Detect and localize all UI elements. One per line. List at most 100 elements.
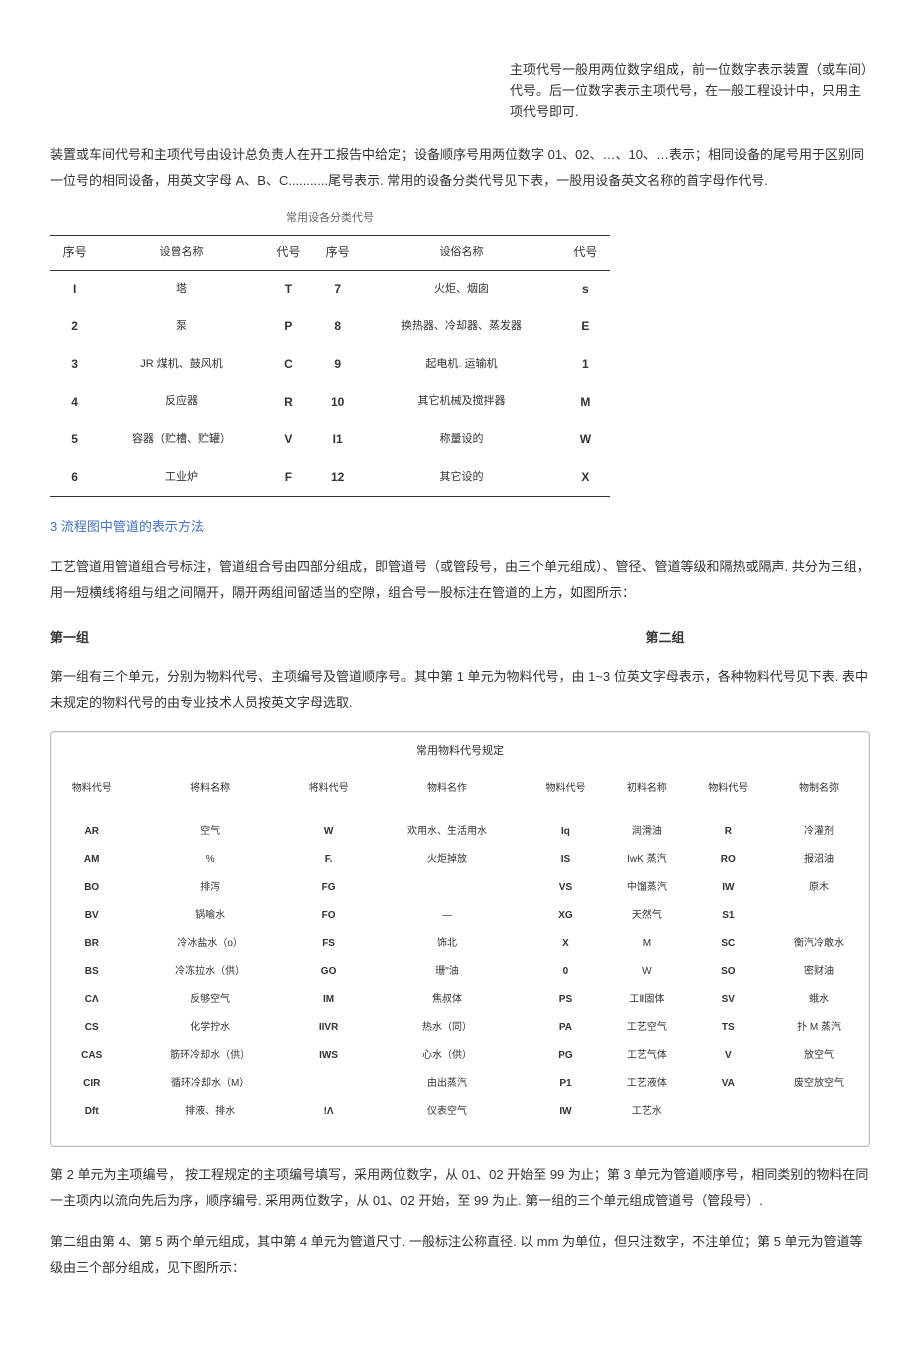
table-cell: 反应器 — [99, 384, 264, 422]
table2-title: 常用物料代号规定 — [51, 742, 869, 762]
table-cell: BV — [51, 902, 132, 930]
table-cell: V — [688, 1042, 769, 1070]
group-labels: 第一组 第二组 — [50, 626, 870, 649]
t2-h1: 将料名称 — [132, 770, 287, 818]
t1-h4: 设俗名称 — [362, 236, 560, 271]
table-cell: V — [264, 421, 313, 459]
group1-label: 第一组 — [50, 626, 460, 649]
table-row: CS化学拧水IIVR热水（同）PA工艺空气TS扑 M 蒸汽 — [51, 1014, 869, 1042]
table-cell: FO — [288, 902, 369, 930]
table-row: CIR循环冷却水（M）由出蒸汽P1工艺液体VA废空放空气 — [51, 1070, 869, 1098]
t2-h4: 物料代号 — [525, 770, 606, 818]
table-cell: 工业炉 — [99, 459, 264, 497]
table-cell — [288, 1070, 369, 1098]
table-cell: P — [264, 308, 313, 346]
table-cell: AR — [51, 818, 132, 846]
t1-h3: 序号 — [313, 236, 362, 271]
t2-h6: 物料代号 — [688, 770, 769, 818]
table-cell: 冷冰盐水（o） — [132, 930, 287, 958]
table-cell: 润滑油 — [606, 818, 687, 846]
table-cell: SO — [688, 958, 769, 986]
table-cell: 衡汽冷敢水 — [769, 930, 869, 958]
table-cell: 焦叔体 — [369, 986, 524, 1014]
table-cell: 密财油 — [769, 958, 869, 986]
table-cell: PS — [525, 986, 606, 1014]
table-cell: GO — [288, 958, 369, 986]
table-cell: 其它设的 — [362, 459, 560, 497]
table-cell: BR — [51, 930, 132, 958]
table-cell: CIR — [51, 1070, 132, 1098]
table-cell: 1 — [561, 346, 610, 384]
table1-container: 常用设各分类代号 序号 设曾名称 代号 序号 设俗名称 代号 I塔T7火炬、烟囱… — [50, 209, 610, 497]
table-cell: R — [264, 384, 313, 422]
table-cell — [688, 1098, 769, 1126]
table-row: BO排泻FGVS中馏蒸汽IW原木 — [51, 874, 869, 902]
table-cell: s — [561, 270, 610, 308]
table-cell: 4 — [50, 384, 99, 422]
table-row: 5容器（贮槽、贮罐）VI1称量设的W — [50, 421, 610, 459]
table-row: AR空气W欢用水、生活用水Iq润滑油R冷灌剂 — [51, 818, 869, 846]
table-cell: 化学拧水 — [132, 1014, 287, 1042]
table-cell: W — [561, 421, 610, 459]
table-cell: I — [50, 270, 99, 308]
table-cell: 天然气 — [606, 902, 687, 930]
top-note: 主项代号一般用两位数字组成，前一位数字表示装置（或车间）代号。后一位数字表示主项… — [510, 60, 870, 122]
table-cell — [769, 1098, 869, 1126]
table-cell: C — [264, 346, 313, 384]
table-cell: 12 — [313, 459, 362, 497]
table-cell: P1 — [525, 1070, 606, 1098]
table-cell: CAS — [51, 1042, 132, 1070]
table-cell: 9 — [313, 346, 362, 384]
table-cell: 欢用水、生活用水 — [369, 818, 524, 846]
table-cell: 循环冷却水（M） — [132, 1070, 287, 1098]
table-row: 3JR 煤机、鼓风机C9起电机. 运输机1 — [50, 346, 610, 384]
material-code-table: 物料代号 将料名称 将料代号 物料名作 物料代号 初料名称 物料代号 物制名弥 … — [51, 770, 869, 1126]
t1-h5: 代号 — [561, 236, 610, 271]
table-cell: 泵 — [99, 308, 264, 346]
table-cell: TS — [688, 1014, 769, 1042]
t2-h5: 初料名称 — [606, 770, 687, 818]
table-cell: W — [606, 958, 687, 986]
table-cell: T — [264, 270, 313, 308]
table-cell: 蛾水 — [769, 986, 869, 1014]
table-cell: 工艺气体 — [606, 1042, 687, 1070]
table-cell: S1 — [688, 902, 769, 930]
table-cell: 珊"油 — [369, 958, 524, 986]
table-row: I塔T7火炬、烟囱s — [50, 270, 610, 308]
table-cell: 反够空气 — [132, 986, 287, 1014]
table-cell: IwK 蒸汽 — [606, 846, 687, 874]
table-cell: 工艺液体 — [606, 1070, 687, 1098]
table-cell: 8 — [313, 308, 362, 346]
table-row: CΛ反够空气IM焦叔体PS工Ⅱ固体SV蛾水 — [51, 986, 869, 1014]
table-cell: 报沼油 — [769, 846, 869, 874]
table-cell: 其它机械及搅拌器 — [362, 384, 560, 422]
table-cell: 中馏蒸汽 — [606, 874, 687, 902]
table-cell: 仪表空气 — [369, 1098, 524, 1126]
table-cell: X — [525, 930, 606, 958]
section-3-heading: 3 流程图中管道的表示方法 — [50, 515, 870, 538]
table-cell: Iq — [525, 818, 606, 846]
table-cell: E — [561, 308, 610, 346]
table-cell: 冷冻拉水（供） — [132, 958, 287, 986]
table-cell: 锅喻水 — [132, 902, 287, 930]
table-cell: IS — [525, 846, 606, 874]
table-row: Dft排液、排水!Λ仪表空气IW工艺水 — [51, 1098, 869, 1126]
table-row: BS冷冻拉水（供）GO珊"油0WSO密财油 — [51, 958, 869, 986]
table-cell: % — [132, 846, 287, 874]
table-cell: X — [561, 459, 610, 497]
table-cell: W — [288, 818, 369, 846]
table-cell: 起电机. 运输机 — [362, 346, 560, 384]
table-row: 6工业炉F12其它设的X — [50, 459, 610, 497]
table-cell: 2 — [50, 308, 99, 346]
table-cell — [769, 902, 869, 930]
table-cell: F — [264, 459, 313, 497]
table-row: AM%F.火炬掉放ISIwK 蒸汽RO报沼油 — [51, 846, 869, 874]
table-cell: IW — [525, 1098, 606, 1126]
paragraph-4: 第 2 单元为主项编号， 按工程规定的主项编号填写，采用两位数字，从 01、02… — [50, 1162, 870, 1214]
table-cell: !Λ — [288, 1098, 369, 1126]
table-cell: 换热器、冷却器、蒸发器 — [362, 308, 560, 346]
table-cell: IW — [688, 874, 769, 902]
table-cell: PA — [525, 1014, 606, 1042]
table2-container: 常用物料代号规定 物料代号 将料名称 将料代号 物料名作 物料代号 初料名称 物… — [50, 731, 870, 1147]
t1-h1: 设曾名称 — [99, 236, 264, 271]
